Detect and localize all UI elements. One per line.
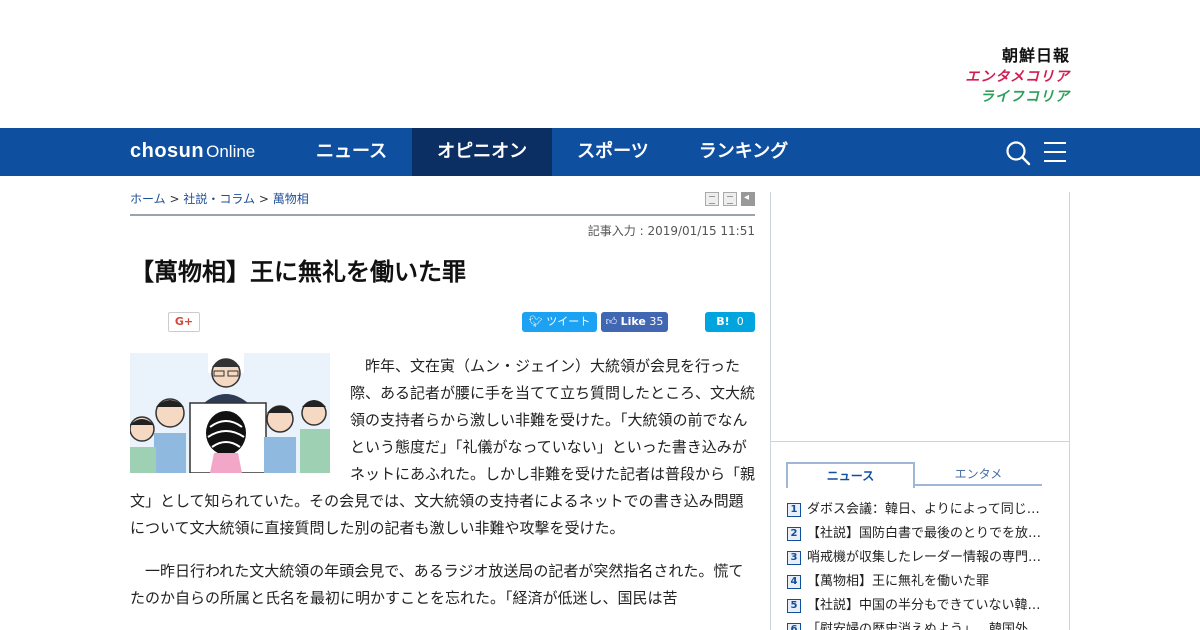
rank-title: 「慰安婦の歴史消えぬよう」…韓国外…	[807, 622, 1042, 630]
hatena-count: 0	[736, 315, 744, 328]
chosun-ilbo-link[interactable]: 朝鮮日報	[965, 42, 1070, 66]
tab-news[interactable]: ニュース	[786, 462, 915, 488]
rank-number: 2	[787, 527, 801, 541]
rank-number: 1	[787, 503, 801, 517]
article-illustration	[130, 353, 330, 473]
like-label: Like	[620, 315, 646, 328]
breadcrumb-column[interactable]: 萬物相	[273, 192, 309, 206]
breadcrumb-separator: >	[169, 192, 180, 206]
ranking-item[interactable]: 6 「慰安婦の歴史消えぬよう」…韓国外…	[787, 618, 1049, 630]
ranking-item[interactable]: 4 【萬物相】王に無礼を働いた罪	[787, 570, 1049, 594]
rank-title: 【社説】中国の半分もできていない韓…	[807, 598, 1041, 613]
share-buttons: G+ 🐦︎ ツイート 👍︎ Like 35 B! 0	[130, 304, 755, 344]
article-headline: 【萬物相】王に無礼を働いた罪	[130, 258, 466, 286]
article-body: 昨年、文在寅（ムン・ジェイン）大統領が会見を行った際、ある記者が腰に手を当てて立…	[130, 353, 755, 612]
google-plus-button[interactable]: G+	[168, 312, 200, 332]
rank-number: 4	[787, 575, 801, 589]
entame-korea-link[interactable]: エンタメコリア	[965, 66, 1070, 86]
article-date: 記事入力 : 2019/01/15 11:51	[587, 224, 755, 238]
twitter-bird-icon: 🐦︎	[528, 315, 547, 328]
hatena-bookmark-button[interactable]: B! 0	[705, 312, 755, 332]
hatena-label: B!	[716, 315, 730, 328]
ranking-item[interactable]: 5 【社説】中国の半分もできていない韓…	[787, 594, 1049, 618]
tweet-label: ツイート	[546, 315, 591, 328]
logo-text-light: Online	[206, 142, 256, 161]
nav-item-sports[interactable]: スポーツ	[552, 128, 674, 176]
ranking-tabs: ニュース エンタメ	[786, 462, 1042, 490]
ranking-item[interactable]: 1 ダボス会議：韓日、よりによって同じ…	[787, 498, 1049, 522]
tweet-button[interactable]: 🐦︎ ツイート	[522, 312, 597, 332]
back-arrow-icon[interactable]	[741, 192, 755, 206]
breadcrumb-row: ホーム > 社説・コラム > 萬物相	[130, 176, 755, 216]
rank-number: 6	[787, 623, 801, 630]
rank-number: 5	[787, 599, 801, 613]
nav-item-ranking[interactable]: ランキング	[674, 128, 813, 176]
nav-item-news[interactable]: ニュース	[291, 128, 412, 176]
ad-slot	[771, 192, 1069, 442]
article-column: ホーム > 社説・コラム > 萬物相 記事入力 : 2019/01/15 11:…	[130, 176, 755, 628]
rank-title: 【萬物相】王に無礼を働いた罪	[807, 574, 990, 589]
ranking-item[interactable]: 3 哨戒機が収集したレーダー情報の専門…	[787, 546, 1049, 570]
breadcrumb-home[interactable]: ホーム	[130, 192, 166, 206]
breadcrumb-separator: >	[258, 192, 269, 206]
facebook-like-button[interactable]: 👍︎ Like 35	[601, 312, 668, 332]
nav-menu: ニュース オピニオン スポーツ ランキング	[291, 128, 813, 176]
article-paragraph: 一昨日行われた文大統領の年頭会見で、あるラジオ放送局の記者が突然指名された。慌て…	[130, 562, 744, 607]
brand-links: 朝鮮日報 エンタメコリア ライフコリア	[965, 42, 1070, 106]
breadcrumb: ホーム > 社説・コラム > 萬物相	[130, 190, 309, 207]
thumbs-up-icon: 👍︎	[605, 315, 621, 328]
logo-text-bold: chosun	[130, 140, 205, 162]
text-size-icon[interactable]	[723, 192, 737, 206]
ranking-list: 1 ダボス会議：韓日、よりによって同じ… 2 【社説】国防白書で最後のとりでを放… …	[787, 498, 1049, 630]
main-navbar: chosun Online ニュース オピニオン スポーツ ランキング	[0, 128, 1200, 176]
print-icon[interactable]	[705, 192, 719, 206]
life-korea-link[interactable]: ライフコリア	[965, 86, 1070, 106]
rank-title: 哨戒機が収集したレーダー情報の専門…	[807, 550, 1042, 565]
chosun-online-logo[interactable]: chosun Online	[130, 128, 255, 176]
breadcrumb-section[interactable]: 社説・コラム	[183, 192, 255, 206]
ranking-item[interactable]: 2 【社説】国防白書で最後のとりでを放…	[787, 522, 1049, 546]
nav-item-opinion[interactable]: オピニオン	[412, 128, 553, 176]
like-count: 35	[649, 315, 664, 328]
hamburger-menu-icon[interactable]	[1044, 141, 1066, 163]
article-tools	[705, 192, 755, 206]
tab-entame[interactable]: エンタメ	[915, 462, 1042, 486]
sidebar: ニュース エンタメ 1 ダボス会議：韓日、よりによって同じ… 2 【社説】国防白書で…	[770, 192, 1070, 630]
rank-title: 【社説】国防白書で最後のとりでを放…	[807, 526, 1042, 541]
rank-number: 3	[787, 551, 801, 565]
search-icon[interactable]	[1005, 140, 1031, 166]
rank-title: ダボス会議：韓日、よりによって同じ…	[807, 502, 1040, 517]
